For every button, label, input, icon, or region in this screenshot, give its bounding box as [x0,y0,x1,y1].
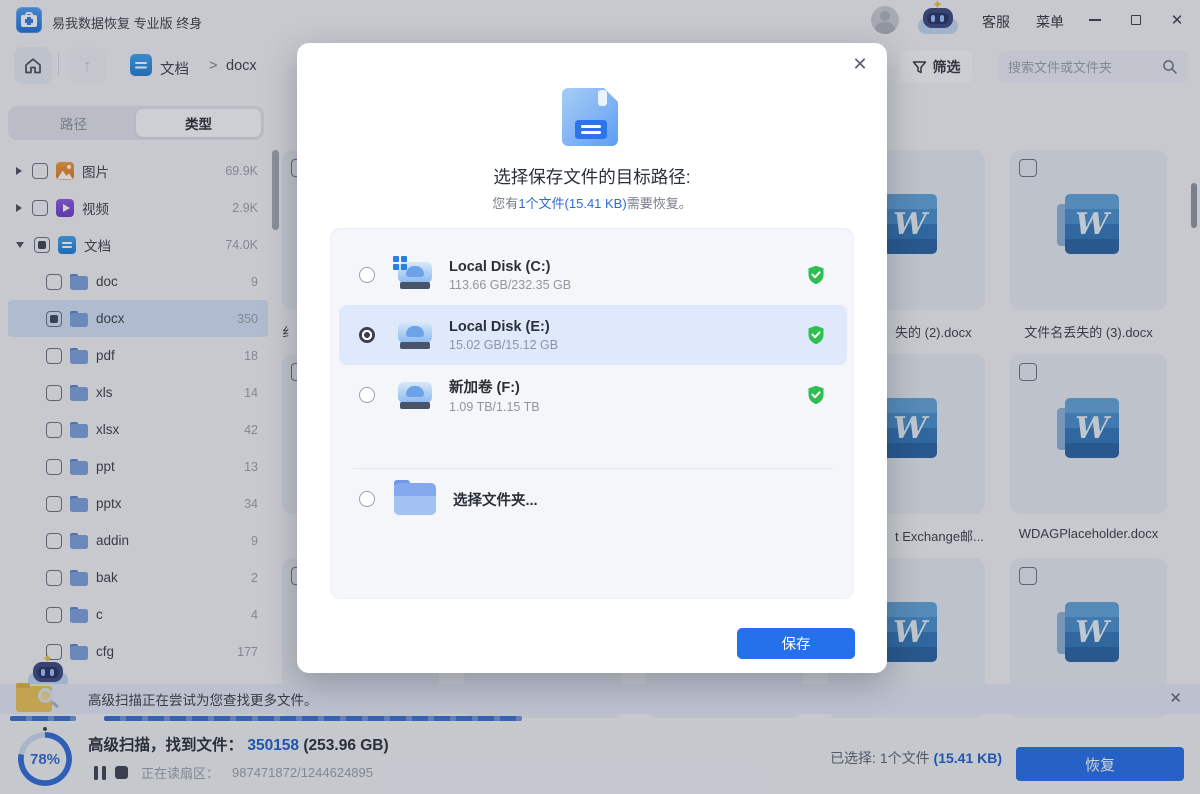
subtitle-highlight: 1个文件(15.41 KB) [518,196,626,211]
drive-name: Local Disk (C:) [449,259,571,275]
save-path-dialog: ✕ 选择保存文件的目标路径: 您有1个文件(15.41 KB)需要恢复。 [297,43,887,673]
system-drive-icon [397,259,433,291]
drive-row-c[interactable]: Local Disk (C:) 113.66 GB/232.35 GB [339,245,847,305]
dialog-subtitle: 您有1个文件(15.41 KB)需要恢复。 [297,193,887,212]
radio-unselected[interactable] [359,387,375,403]
drive-capacity: 1.09 TB/1.15 TB [449,400,540,414]
drive-name: Local Disk (E:) [449,319,558,335]
shield-check-icon [807,385,825,405]
shield-check-icon [807,325,825,345]
drive-icon [397,379,433,411]
radio-unselected[interactable] [359,491,375,507]
dialog-title: 选择保存文件的目标路径: [297,164,887,189]
drive-row-f[interactable]: 新加卷 (F:) 1.09 TB/1.15 TB [339,365,847,425]
save-floppy-icon [560,84,624,150]
subtitle-suffix: 需要恢复。 [627,196,692,211]
browse-folder-label: 选择文件夹... [453,489,538,510]
drive-row-e[interactable]: Local Disk (E:) 15.02 GB/15.12 GB [339,305,847,365]
drive-icon [397,319,433,351]
folder-icon [394,483,436,515]
subtitle-prefix: 您有 [492,196,518,211]
drive-capacity: 15.02 GB/15.12 GB [449,338,558,352]
drive-capacity: 113.66 GB/232.35 GB [449,278,571,292]
drive-name: 新加卷 (F:) [449,376,540,397]
dialog-close-icon[interactable]: ✕ [847,51,873,77]
windows-logo-icon [393,256,407,270]
browse-folder-row[interactable]: 选择文件夹... [339,469,847,529]
shield-check-icon [807,265,825,285]
save-button[interactable]: 保存 [737,628,855,659]
radio-unselected[interactable] [359,267,375,283]
radio-selected[interactable] [359,327,375,343]
drive-list: Local Disk (C:) 113.66 GB/232.35 GB Loca… [330,228,854,599]
app-window: 易我数据恢复 专业版 终身 ✦ 客服 菜单 ✕ ↑ 文档 > docx 筛选 [0,0,1200,794]
